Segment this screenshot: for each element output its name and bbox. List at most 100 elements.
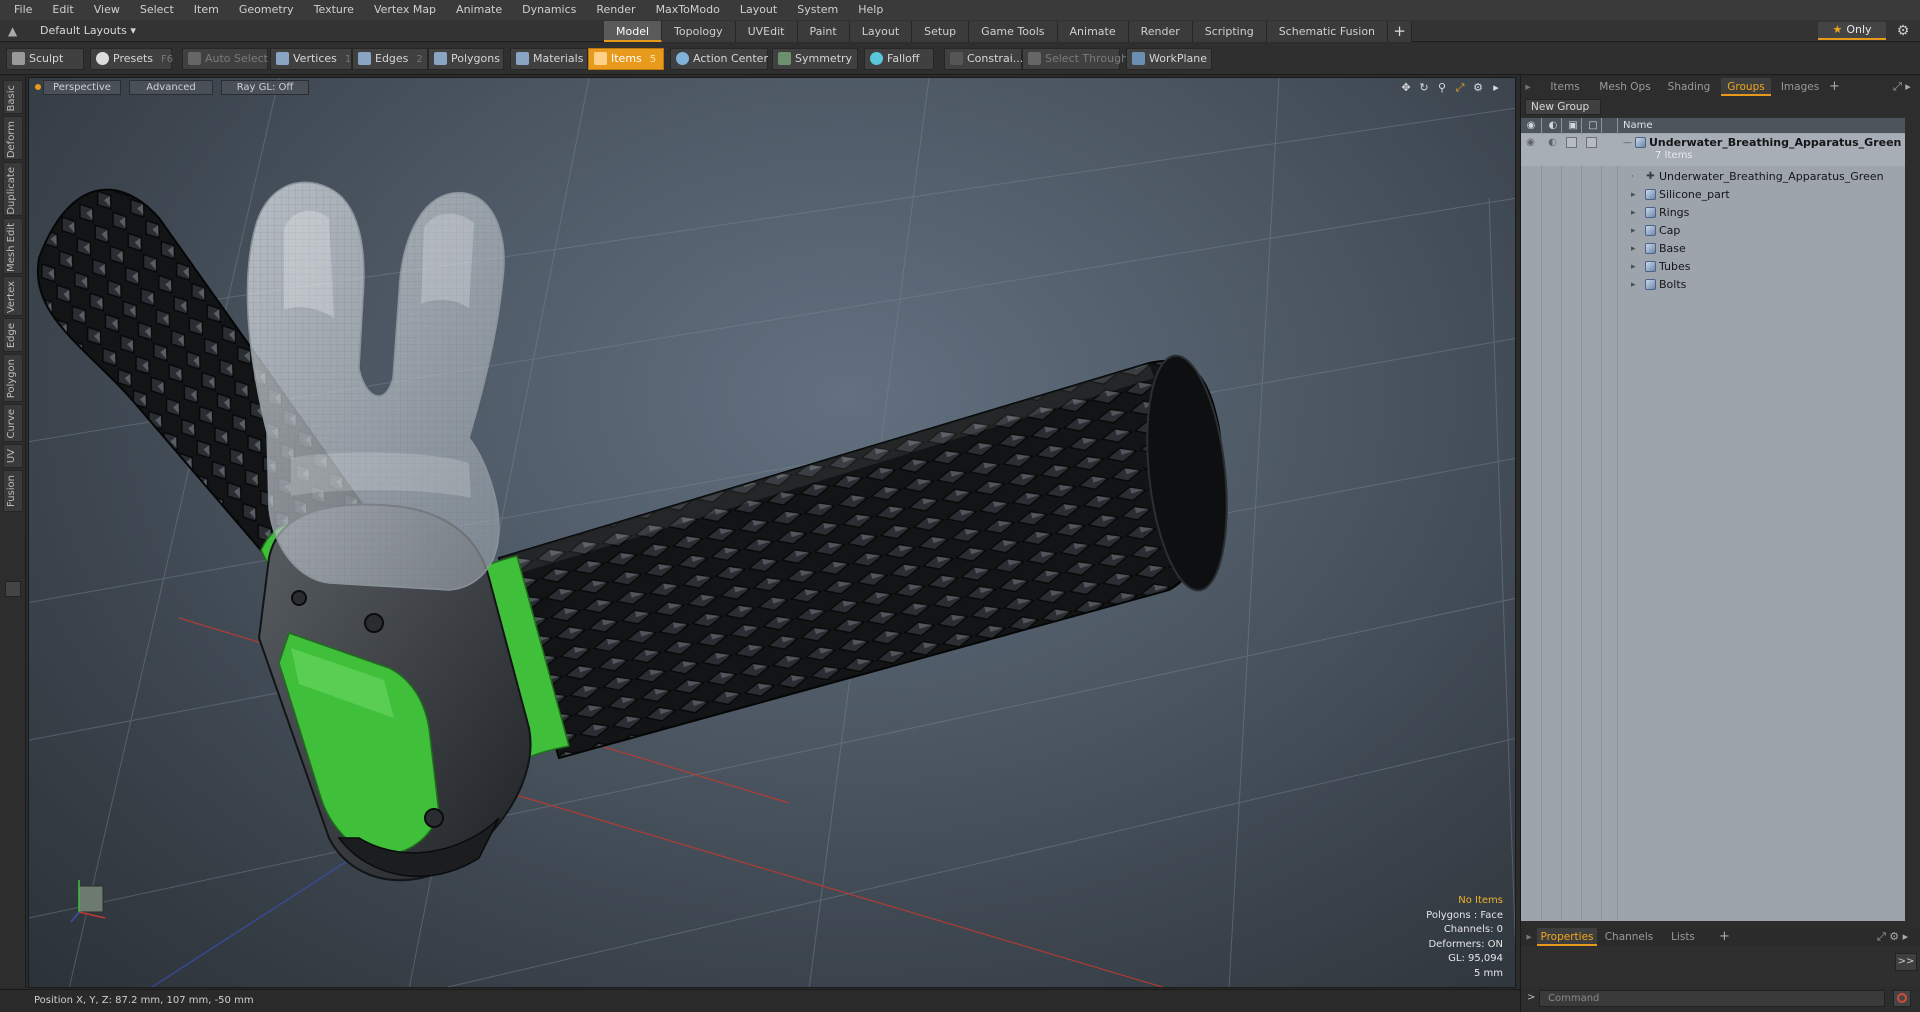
viewport-more-icon[interactable]: ▸ [1489,81,1503,95]
tab-layout[interactable]: Layout [849,21,913,42]
menu-system[interactable]: System [787,0,848,20]
panel-menu-icon[interactable]: ▸ [1525,78,1531,96]
tab-properties[interactable]: Properties [1537,928,1597,946]
menu-render[interactable]: Render [586,0,645,20]
materials-button[interactable]: Materials [510,48,588,70]
zoom-view-icon[interactable]: ⚲ [1435,81,1449,95]
tab-scripting[interactable]: Scripting [1192,21,1267,42]
raygl-toggle-button[interactable]: Ray GL: Off [221,80,309,95]
tree-row-item[interactable]: ▸ Bolts [1521,276,1905,294]
tree-row-item[interactable]: ▸ Rings [1521,204,1905,222]
shading-mode-button[interactable]: Advanced [129,80,213,95]
vtab-deform[interactable]: Deform [3,116,23,160]
tab-topology[interactable]: Topology [662,21,736,42]
tab-setup[interactable]: Setup [912,21,970,42]
layout-collapse-icon[interactable]: ▲ [8,24,22,38]
vertices-button[interactable]: Vertices 1 [270,48,352,70]
menu-maxtomodo[interactable]: MaxToModo [646,0,730,20]
select-col-icon[interactable]: □ [1587,120,1599,131]
menu-select[interactable]: Select [130,0,184,20]
tab-shading[interactable]: Shading [1659,78,1719,96]
vtab-mesh-edit[interactable]: Mesh Edit [3,218,23,274]
sculpt-button[interactable]: Sculpt [6,48,84,70]
view-mode-button[interactable]: Perspective [43,80,121,95]
properties-tools-icon[interactable]: ⤢ ⚙ ▸ [1877,928,1908,946]
panel-menu-icon[interactable]: ▸ [1525,928,1533,946]
lock-col-icon[interactable]: ▣ [1567,120,1579,131]
tab-mesh-ops[interactable]: Mesh Ops [1593,78,1657,96]
tab-items[interactable]: Items [1539,78,1591,96]
command-clear-button[interactable] [1893,990,1911,1007]
collapse-arrow-icon[interactable]: — [1623,138,1632,148]
presets-button[interactable]: Presets F6 [90,48,173,70]
fit-view-icon[interactable]: ⤢ [1453,81,1467,95]
tab-paint[interactable]: Paint [797,21,850,42]
eye-icon[interactable]: ◉ [1525,137,1536,148]
tab-images[interactable]: Images [1773,78,1827,96]
select-toggle[interactable] [1586,137,1597,148]
vtab-duplicate[interactable]: Duplicate [3,162,23,216]
add-panel-tab-button[interactable]: + [1829,78,1840,96]
menu-texture[interactable]: Texture [304,0,364,20]
workplane-button[interactable]: WorkPlane [1126,48,1212,70]
tree-row-group[interactable]: ◉ ◐ — Underwater_Breathing_Apparatus_Gre… [1521,134,1905,166]
expand-arrow-icon[interactable]: ▸ [1631,280,1636,290]
render-col-icon[interactable]: ◐ [1547,120,1559,131]
vtab-fusion[interactable]: Fusion [3,470,23,512]
expand-panel-icon[interactable]: ⤢ ▸ [1893,78,1911,96]
expand-arrow-icon[interactable]: ▸ [1631,226,1636,236]
menu-item[interactable]: Item [184,0,229,20]
add-tab-button[interactable]: + [1388,21,1413,42]
tab-animate[interactable]: Animate [1057,21,1129,42]
gear-icon[interactable]: ⚙ [1894,22,1912,40]
menu-dynamics[interactable]: Dynamics [512,0,586,20]
tab-model[interactable]: Model [604,21,663,42]
tree-row-item[interactable]: ▸ Base [1521,240,1905,258]
expand-arrow-icon[interactable]: ▸ [1631,244,1636,254]
constrain-button[interactable]: Constrai... [944,48,1023,70]
menu-view[interactable]: View [84,0,130,20]
menu-edit[interactable]: Edit [42,0,83,20]
edges-button[interactable]: Edges 2 [352,48,428,70]
items-button[interactable]: Items 5 [588,48,664,70]
layout-dropdown[interactable]: Default Layouts ▾ [32,22,144,40]
command-input[interactable] [1539,990,1885,1007]
vtab-vertex[interactable]: Vertex [3,276,23,316]
vtab-curve[interactable]: Curve [3,404,23,442]
menu-file[interactable]: File [4,0,42,20]
render-toggle-icon[interactable]: ◐ [1547,137,1558,148]
3d-viewport[interactable]: Perspective Advanced Ray GL: Off ✥ ↻ ⚲ ⤢… [28,77,1516,988]
rotate-view-icon[interactable]: ↻ [1417,81,1431,95]
tree-row-item[interactable]: · ✚ Underwater_Breathing_Apparatus_Green [1521,168,1905,186]
action-center-button[interactable]: Action Center [670,48,768,70]
tab-lists[interactable]: Lists [1661,928,1705,946]
tab-uvedit[interactable]: UVEdit [735,21,798,42]
vtab-uv[interactable]: UV [3,444,23,468]
select-through-button[interactable]: Select Through [1022,48,1128,70]
strip-options-button[interactable] [5,581,21,597]
tab-game-tools[interactable]: Game Tools [969,21,1058,42]
tree-row-item[interactable]: ▸ Silicone_part [1521,186,1905,204]
more-button[interactable]: >> [1895,953,1917,971]
only-button[interactable]: ★ Only [1818,22,1886,40]
tab-schematic-fusion[interactable]: Schematic Fusion [1266,21,1389,42]
tab-render[interactable]: Render [1128,21,1193,42]
vtab-basic[interactable]: Basic [3,80,23,114]
add-properties-tab-button[interactable]: + [1719,928,1730,946]
visibility-col-icon[interactable]: ◉ [1525,120,1537,131]
auto-select-button[interactable]: Auto Select [182,48,268,70]
scene-render[interactable] [29,78,1516,988]
tab-groups[interactable]: Groups [1721,78,1771,96]
polygons-button[interactable]: Polygons [428,48,504,70]
menu-geometry[interactable]: Geometry [229,0,304,20]
menu-help[interactable]: Help [848,0,893,20]
menu-vertex-map[interactable]: Vertex Map [364,0,446,20]
viewport-menu-dot-icon[interactable] [35,84,41,90]
name-column-header[interactable]: Name [1623,118,1653,133]
viewport-gear-icon[interactable]: ⚙ [1471,81,1485,95]
tree-row-item[interactable]: ▸ Tubes [1521,258,1905,276]
falloff-button[interactable]: Falloff [864,48,934,70]
new-group-button[interactable]: New Group [1525,99,1601,115]
vtab-edge[interactable]: Edge [3,318,23,352]
menu-layout[interactable]: Layout [730,0,787,20]
